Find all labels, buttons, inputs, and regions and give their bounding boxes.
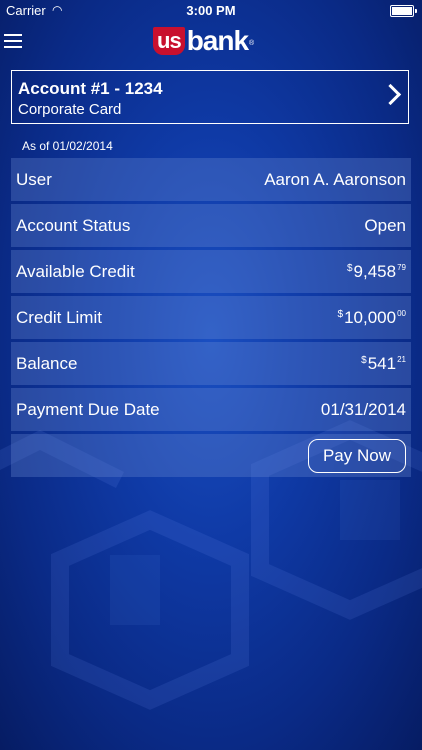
row-payment-due-date: Payment Due Date 01/31/2014 xyxy=(11,388,411,431)
row-balance: Balance $541 21 xyxy=(11,342,411,385)
logo-wordmark: bank xyxy=(186,25,249,56)
row-label: Balance xyxy=(16,353,78,373)
amount-whole: 541 xyxy=(367,353,397,373)
row-credit-limit: Credit Limit $10,000 00 xyxy=(11,296,411,339)
row-pay-action: Pay Now xyxy=(11,434,411,477)
status-bar: Carrier ◠ 3:00 PM xyxy=(0,0,422,22)
balance-value: $541 21 xyxy=(361,354,406,374)
account-details-list: User Aaron A. Aaronson Account Status Op… xyxy=(11,158,411,480)
row-user: User Aaron A. Aaronson xyxy=(11,158,411,201)
amount-whole: 10,000 xyxy=(344,307,397,327)
due-date-value: 01/31/2014 xyxy=(320,399,406,419)
row-label: Account Status xyxy=(16,215,131,235)
amount-cents: 79 xyxy=(397,262,406,272)
row-available-credit: Available Credit $9,458 79 xyxy=(11,250,411,293)
row-label: Available Credit xyxy=(16,261,135,281)
logo-shield: us xyxy=(153,27,185,55)
amount-whole: 9,458 xyxy=(353,261,397,281)
usbank-logo: us bank ® xyxy=(153,25,255,56)
available-credit-value: $9,458 79 xyxy=(347,262,406,282)
account-title: Account #1 - 1234 xyxy=(18,79,163,98)
clock: 3:00 PM xyxy=(186,3,236,18)
status-value: Open xyxy=(364,215,406,235)
account-subtitle: Corporate Card xyxy=(18,101,122,118)
battery-icon xyxy=(390,5,417,17)
currency-symbol: $ xyxy=(346,262,353,274)
chevron-right-icon xyxy=(379,83,402,106)
trademark-mark: ® xyxy=(249,40,255,47)
hamburger-menu-icon[interactable] xyxy=(4,34,22,48)
credit-limit-value: $10,000 00 xyxy=(338,308,406,328)
row-label: User xyxy=(16,169,52,189)
currency-symbol: $ xyxy=(337,308,344,320)
row-label: Credit Limit xyxy=(16,307,102,327)
as-of-date: As of 01/02/2014 xyxy=(22,139,113,153)
amount-cents: 21 xyxy=(397,354,406,364)
pay-now-button[interactable]: Pay Now xyxy=(307,438,406,473)
row-label: Payment Due Date xyxy=(16,399,160,419)
account-selector[interactable]: Account #1 - 1234 Corporate Card xyxy=(11,70,409,124)
user-value: Aaron A. Aaronson xyxy=(264,169,406,189)
amount-cents: 00 xyxy=(397,308,406,318)
row-account-status: Account Status Open xyxy=(11,204,411,247)
currency-symbol: $ xyxy=(361,354,367,366)
